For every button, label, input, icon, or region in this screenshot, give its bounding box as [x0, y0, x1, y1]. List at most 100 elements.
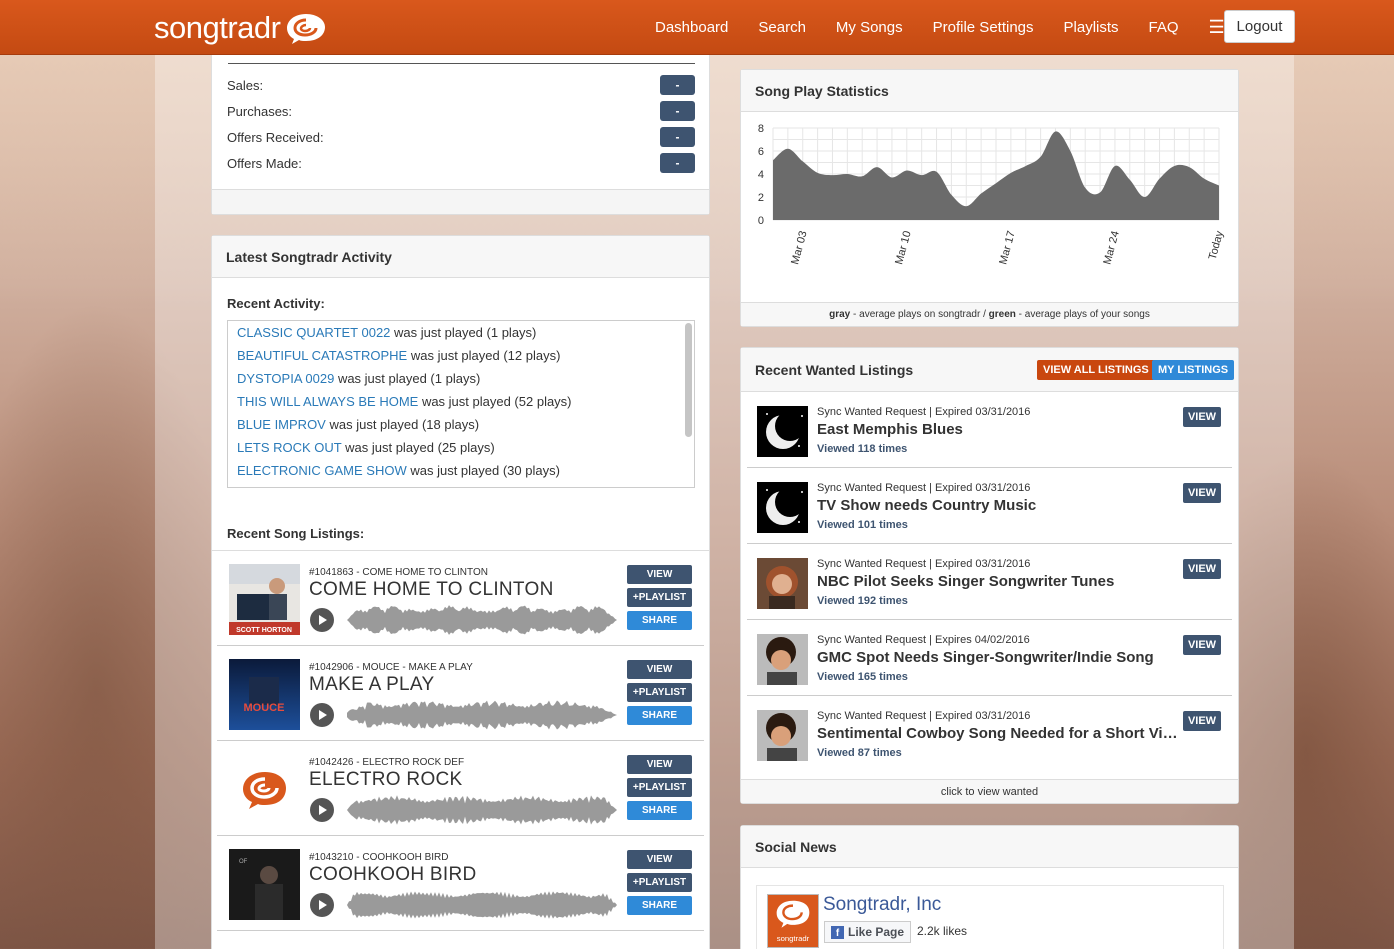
view-button[interactable]: VIEW [1183, 559, 1221, 579]
activity-item: ELECTRONIC GAME SHOW was just played (30… [228, 459, 694, 482]
cover-caption: MOUCE [244, 702, 285, 714]
moon-thumbnail[interactable] [757, 482, 808, 533]
songtradr-logo-icon[interactable] [229, 754, 300, 825]
wanted-title[interactable]: Sentimental Cowboy Song Needed for a Sho… [817, 725, 1182, 742]
view-button[interactable]: VIEW [627, 755, 692, 774]
wanted-title[interactable]: East Memphis Blues [817, 421, 963, 438]
view-button[interactable]: VIEW [627, 565, 692, 584]
hamburger-icon[interactable]: ☰ [1209, 17, 1225, 38]
view-button[interactable]: VIEW [1183, 635, 1221, 655]
stat-row-sales: Sales: - [227, 74, 695, 96]
activity-item: BLUE IMPROV was just played (18 plays) [228, 413, 694, 436]
wanted-list: Sync Wanted Request | Expired 03/31/2016… [741, 392, 1238, 772]
purchases-value-button[interactable]: - [660, 101, 695, 121]
play-button[interactable] [310, 703, 334, 727]
song-title: ELECTRO ROCK [309, 769, 463, 790]
wanted-title[interactable]: NBC Pilot Seeks Singer Songwriter Tunes [817, 573, 1114, 590]
y-tick-label: 2 [758, 192, 764, 204]
account-stats-panel: Sales: - Purchases: - Offers Received: -… [211, 55, 710, 215]
wanted-title[interactable]: GMC Spot Needs Singer-Songwriter/Indie S… [817, 649, 1154, 666]
nav-faq[interactable]: FAQ [1149, 19, 1179, 36]
share-button[interactable]: SHARE [627, 896, 692, 915]
waveform[interactable] [347, 604, 617, 636]
activity-text: was just played (12 plays) [407, 348, 561, 363]
my-listings-button[interactable]: MY LISTINGS [1152, 360, 1235, 380]
song-link[interactable]: ELECTRONIC GAME SHOW [237, 463, 407, 478]
facebook-page-name[interactable]: Songtradr, Inc [823, 894, 941, 916]
add-to-playlist-button[interactable]: +PLAYLIST [627, 588, 692, 607]
view-wanted-link[interactable]: click to view wanted [741, 779, 1238, 803]
scrollbar[interactable] [685, 323, 692, 437]
nav-my-songs[interactable]: My Songs [836, 19, 903, 36]
wanted-views: Viewed 118 times [817, 443, 908, 455]
woman-thumbnail[interactable] [757, 558, 808, 609]
play-button[interactable] [310, 798, 334, 822]
like-label: Like Page [848, 925, 905, 939]
nav-dashboard[interactable]: Dashboard [655, 19, 728, 36]
view-button[interactable]: VIEW [1183, 483, 1221, 503]
logo-caption: songtradr [777, 934, 810, 943]
play-button[interactable] [310, 608, 334, 632]
cover-caption: SCOTT HORTON [236, 627, 292, 634]
man-thumbnail[interactable] [757, 634, 808, 685]
activity-item: BEAUTIFUL CATASTROPHE was just played (1… [228, 344, 694, 367]
brand-logo[interactable]: songtradr [154, 10, 328, 46]
wanted-views: Viewed 165 times [817, 671, 908, 683]
activity-text: was just played (25 plays) [341, 440, 495, 455]
like-count: 2.2k likes [917, 924, 968, 938]
add-to-playlist-button[interactable]: +PLAYLIST [627, 683, 692, 702]
legend-gray: gray [829, 309, 851, 320]
moon-thumbnail[interactable] [757, 406, 808, 457]
album-cover-image[interactable]: MOUCE [229, 659, 300, 730]
song-link[interactable]: DYSTOPIA 0029 [237, 371, 334, 386]
waveform[interactable] [347, 794, 617, 826]
wanted-meta: Sync Wanted Request | Expired 03/31/2016 [817, 482, 1031, 494]
waveform[interactable] [347, 699, 617, 731]
album-cover-image[interactable]: OF [229, 849, 300, 920]
offers-made-value-button[interactable]: - [660, 153, 695, 173]
nav-playlists[interactable]: Playlists [1064, 19, 1119, 36]
nav-search[interactable]: Search [758, 19, 806, 36]
song-link[interactable]: LETS ROCK OUT [237, 440, 342, 455]
song-link[interactable]: BLUE IMPROV [237, 417, 326, 432]
wanted-views: Viewed 192 times [817, 595, 908, 607]
song-listing: OF #1043210 - COOHKOOH BIRD COOHKOOH BIR… [217, 836, 704, 931]
share-button[interactable]: SHARE [627, 611, 692, 630]
view-button[interactable]: VIEW [1183, 407, 1221, 427]
song-listing: #1042426 - ELECTRO ROCK DEF ELECTRO ROCK… [217, 741, 704, 836]
man-thumbnail[interactable] [757, 710, 808, 761]
play-button[interactable] [310, 893, 334, 917]
play-statistics-chart: 0 2 4 6 8 Mar 03 Mar 10 Mar 17 Mar 24 Today [758, 123, 1226, 266]
recent-wanted-listings-panel: Recent Wanted Listings VIEW ALL LISTINGS… [740, 347, 1239, 804]
recent-listings-label: Recent Song Listings: [227, 526, 365, 541]
song-title: COOHKOOH BIRD [309, 864, 477, 885]
nav-profile-settings[interactable]: Profile Settings [933, 19, 1034, 36]
offers-received-value-button[interactable]: - [660, 127, 695, 147]
album-cover-image[interactable]: SCOTT HORTON [229, 564, 300, 635]
share-button[interactable]: SHARE [627, 801, 692, 820]
song-link[interactable]: BEAUTIFUL CATASTROPHE [237, 348, 407, 363]
songtradr-logo-icon[interactable]: songtradr [767, 894, 819, 948]
activity-text: was just played (30 plays) [406, 463, 560, 478]
song-id: #1043210 - COOHKOOH BIRD [309, 852, 449, 863]
waveform-shape [347, 891, 617, 919]
legend-text: - average plays on songtradr / [850, 309, 989, 320]
logout-button[interactable]: Logout [1224, 10, 1295, 43]
waveform[interactable] [347, 889, 617, 921]
share-button[interactable]: SHARE [627, 706, 692, 725]
view-all-listings-button[interactable]: VIEW ALL LISTINGS [1037, 360, 1155, 380]
sales-value-button[interactable]: - [660, 75, 695, 95]
add-to-playlist-button[interactable]: +PLAYLIST [627, 873, 692, 892]
wanted-title[interactable]: TV Show needs Country Music [817, 497, 1036, 514]
recent-activity-list[interactable]: CLASSIC QUARTET 0022 was just played (1 … [227, 320, 695, 488]
wanted-item: Sync Wanted Request | Expired 03/31/2016… [747, 696, 1232, 772]
view-button[interactable]: VIEW [627, 850, 692, 869]
y-tick-label: 4 [758, 169, 764, 181]
view-button[interactable]: VIEW [627, 660, 692, 679]
facebook-like-button[interactable]: f Like Page [824, 921, 912, 943]
activity-item: CLASSIC QUARTET 0022 was just played (1 … [228, 321, 694, 344]
song-link[interactable]: CLASSIC QUARTET 0022 [237, 325, 390, 340]
view-button[interactable]: VIEW [1183, 711, 1221, 731]
song-link[interactable]: THIS WILL ALWAYS BE HOME [237, 394, 418, 409]
add-to-playlist-button[interactable]: +PLAYLIST [627, 778, 692, 797]
